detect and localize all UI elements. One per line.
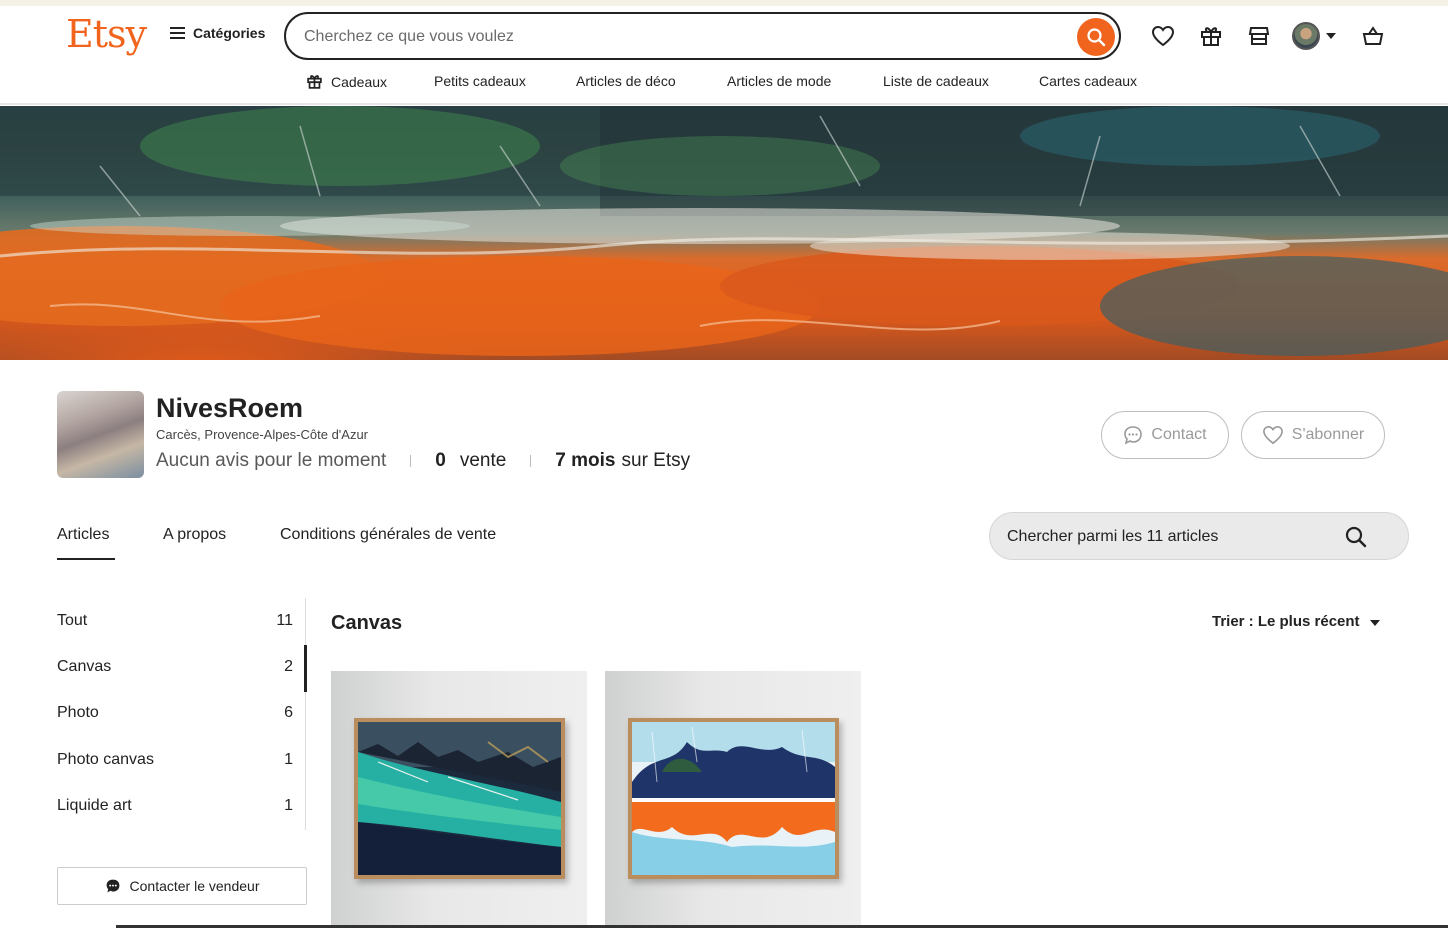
heart-icon (1151, 25, 1175, 47)
nav-item-decor[interactable]: Articles de déco (576, 73, 676, 89)
contact-label: Contact (1151, 426, 1207, 443)
sidebar-item-count: 6 (284, 704, 293, 721)
listing-card[interactable] (331, 671, 587, 928)
shop-search-input[interactable] (1007, 525, 1327, 549)
chat-icon (106, 879, 119, 893)
shop-banner (0, 106, 1448, 360)
cart-button[interactable] (1357, 20, 1389, 52)
reviews-status[interactable]: Aucun avis pour le moment (156, 450, 386, 472)
contact-seller-button[interactable]: Contacter le vendeur (57, 867, 307, 905)
sidebar-item-canvas[interactable]: Canvas 2 (57, 658, 293, 682)
nav-item-gift-list[interactable]: Liste de cadeaux (883, 73, 989, 89)
sidebar-item-photo-canvas[interactable]: Photo canvas 1 (57, 751, 293, 775)
sort-dropdown[interactable]: Trier : Le plus récent (1212, 613, 1380, 630)
active-tab-indicator (57, 558, 115, 560)
contact-seller-label: Contacter le vendeur (129, 878, 260, 894)
categories-label: Catégories (193, 25, 266, 41)
search-input[interactable] (304, 24, 1064, 50)
shop-stats: Aucun avis pour le moment 0 vente 7 mois… (156, 450, 690, 472)
shop-age-suffix: sur Etsy (621, 450, 691, 471)
search-icon[interactable] (1344, 525, 1368, 549)
header-divider (0, 103, 1448, 105)
sales-label: vente (459, 450, 507, 471)
listing-image (354, 718, 565, 879)
categories-button[interactable]: Catégories (170, 25, 265, 41)
chevron-down-icon (1326, 33, 1336, 39)
section-title: Canvas (331, 612, 403, 634)
contact-button[interactable]: Contact (1101, 411, 1229, 459)
shop-icon (1248, 27, 1270, 45)
painting-green-hills (358, 722, 561, 875)
shop-location: Carcès, Provence-Alpes-Côte d'Azur (156, 427, 369, 442)
site-search (284, 12, 1121, 60)
sidebar-item-count: 11 (276, 612, 293, 629)
menu-icon (170, 27, 185, 39)
tab-about[interactable]: A propos (163, 526, 226, 544)
shop-manager-button[interactable] (1243, 20, 1275, 52)
tab-terms[interactable]: Conditions générales de vente (280, 526, 496, 544)
heart-icon (1262, 425, 1283, 445)
nav-item-gifts[interactable]: Cadeaux (306, 73, 387, 90)
account-menu[interactable] (1292, 22, 1336, 50)
nav-item-fashion[interactable]: Articles de mode (727, 73, 831, 89)
nav-item-gift-cards[interactable]: Cartes cadeaux (1039, 73, 1137, 89)
stats-divider (530, 455, 532, 467)
listing-card[interactable] (605, 671, 861, 928)
chat-icon (1124, 426, 1143, 445)
search-button[interactable] (1077, 18, 1115, 56)
sidebar-item-count: 1 (284, 751, 293, 768)
sidebar-divider (305, 598, 306, 830)
sidebar-item-count: 2 (284, 658, 293, 675)
sidebar-item-liquide-art[interactable]: Liquide art 1 (57, 797, 293, 821)
sidebar-item-label: Liquide art (57, 797, 132, 814)
cart-icon (1362, 26, 1384, 45)
sidebar-item-label: Canvas (57, 658, 112, 675)
sidebar-item-count: 1 (284, 797, 293, 814)
nav-item-small-gifts[interactable]: Petits cadeaux (434, 73, 526, 89)
follow-button[interactable]: S'abonner (1241, 411, 1385, 459)
gifts-button[interactable] (1195, 20, 1227, 52)
avatar (1292, 22, 1320, 50)
shop-age-value: 7 mois (555, 450, 616, 471)
sort-label: Trier : Le plus récent (1212, 613, 1360, 630)
sidebar-item-label: Photo (57, 704, 99, 721)
top-accent-line (0, 0, 1448, 6)
sidebar-active-indicator (304, 645, 307, 692)
shop-name: NivesRoem (156, 393, 304, 423)
banner-painting (0, 106, 1448, 356)
sidebar-item-tout[interactable]: Tout 11 (57, 612, 293, 636)
chevron-down-icon (1369, 620, 1380, 626)
nav-label: Cadeaux (331, 73, 388, 90)
category-nav: Cadeaux Petits cadeaux Articles de déco … (0, 73, 1448, 93)
sidebar-item-label: Tout (57, 612, 88, 629)
etsy-logo[interactable]: Etsy (66, 12, 147, 56)
painting-orange-reflection (632, 722, 835, 875)
sidebar-item-label: Photo canvas (57, 751, 154, 768)
search-icon (1087, 28, 1106, 47)
gift-icon (307, 75, 322, 89)
listing-image (628, 718, 839, 879)
tab-articles[interactable]: Articles (57, 526, 109, 544)
favorites-button[interactable] (1147, 20, 1179, 52)
stats-divider (410, 455, 412, 467)
sidebar-item-photo[interactable]: Photo 6 (57, 704, 293, 728)
gift-icon (1201, 27, 1221, 46)
follow-label: S'abonner (1291, 426, 1365, 443)
sales-count: 0 (435, 450, 446, 471)
shop-logo[interactable] (57, 391, 144, 478)
shop-search (989, 512, 1409, 560)
